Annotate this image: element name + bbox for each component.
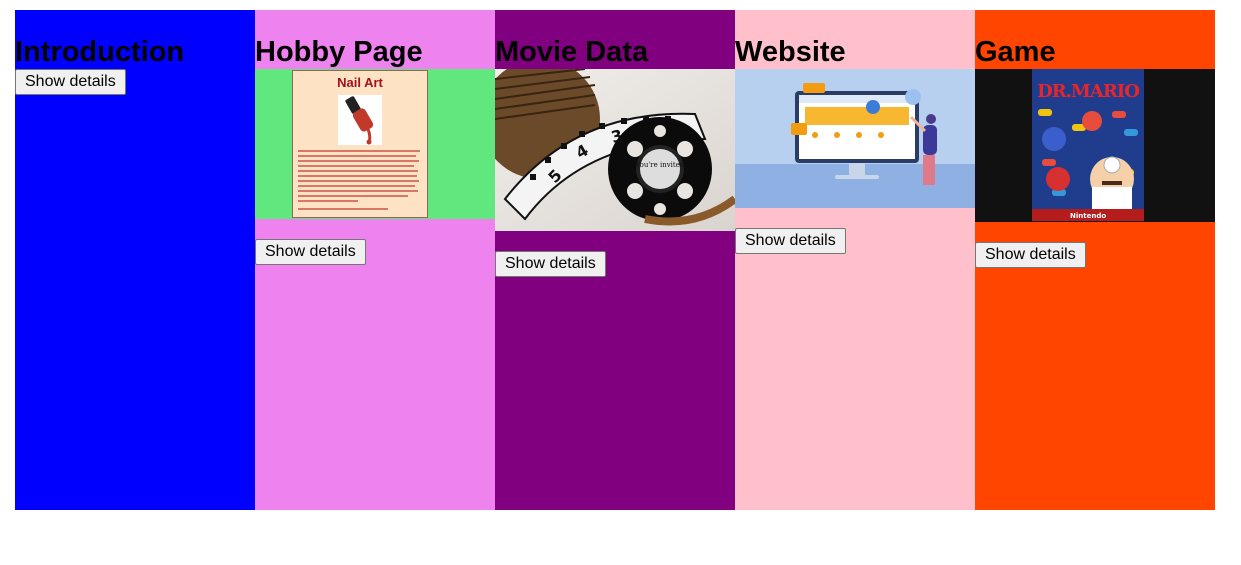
show-details-button[interactable]: Show details — [495, 251, 606, 277]
card-hobby-page: Hobby Page Nail Art Show details — [255, 10, 495, 510]
project-grid: Introduction Show details Hobby Page Nai… — [15, 10, 1215, 510]
nail-polish-image — [338, 95, 382, 145]
card-title: Website — [735, 36, 846, 68]
show-details-button[interactable]: Show details — [15, 69, 126, 95]
card-game: Game Nintendo DR.MARIO Show details — [975, 10, 1215, 510]
hobby-text-lines — [293, 149, 427, 217]
dr-mario-box-art: Nintendo DR.MARIO — [1032, 69, 1144, 221]
dr-mario-cover-image: Nintendo DR.MARIO — [975, 69, 1215, 222]
invitation-text: You're invited — [635, 161, 685, 169]
show-details-button[interactable]: Show details — [735, 228, 846, 254]
show-details-button[interactable]: Show details — [975, 242, 1086, 268]
show-details-button[interactable]: Show details — [255, 239, 366, 265]
card-title: Movie Data — [495, 36, 649, 68]
card-movie-data: Movie Data 5 4 3 You're invited Show det… — [495, 10, 735, 510]
card-title: Hobby Page — [255, 36, 423, 68]
card-title: Introduction — [15, 36, 185, 68]
hobby-page-preview: Nail Art — [292, 70, 428, 218]
nail-art-heading: Nail Art — [337, 75, 383, 90]
dr-mario-logo: DR.MARIO — [1037, 81, 1140, 102]
website-illustration — [735, 69, 975, 208]
card-website: Website Show details — [735, 10, 975, 510]
card-introduction: Introduction Show details — [15, 10, 255, 510]
hobby-page-screenshot: Nail Art — [255, 69, 495, 219]
nintendo-logo: Nintendo — [1070, 212, 1106, 220]
film-reel-image: 5 4 3 You're invited — [495, 69, 735, 231]
card-title: Game — [975, 36, 1056, 68]
